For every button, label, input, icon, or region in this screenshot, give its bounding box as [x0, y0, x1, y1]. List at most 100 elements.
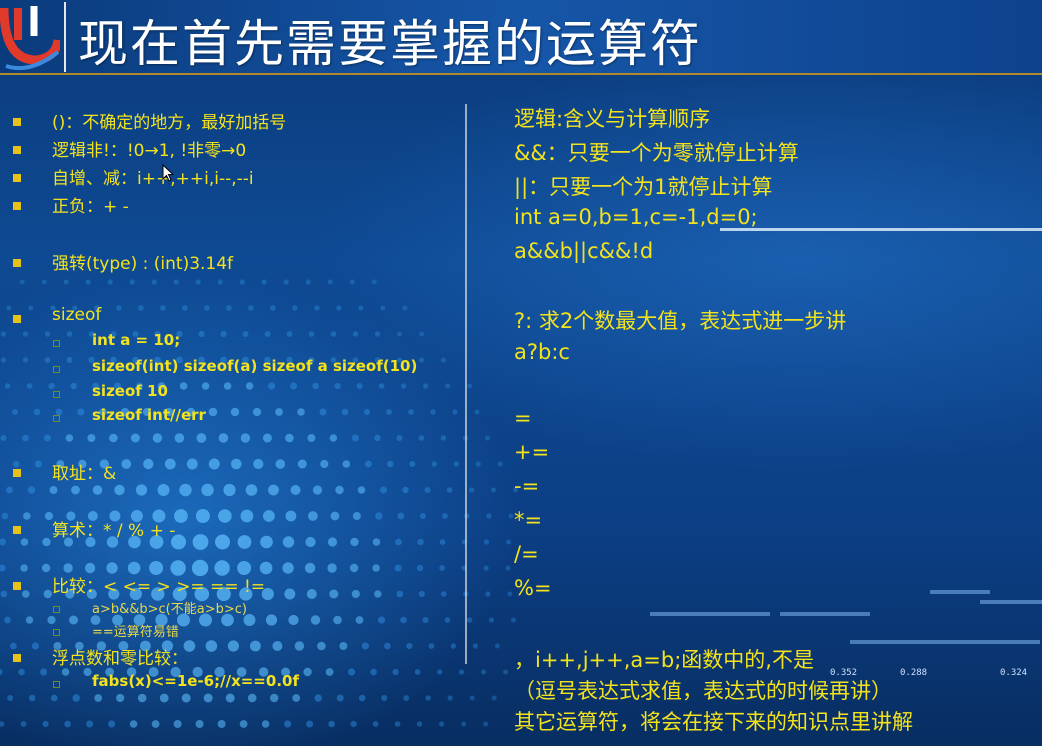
globe-dot — [424, 487, 431, 493]
mouse-cursor-icon — [162, 164, 174, 182]
globe-dot — [414, 669, 421, 675]
globe-dot — [374, 331, 381, 337]
globe-dot — [77, 408, 85, 416]
globe-dot — [135, 484, 148, 496]
globe-dot — [22, 434, 29, 442]
globe-dot — [481, 669, 487, 675]
globe-dot — [44, 357, 51, 363]
and-rule: &&：只要一个为零就停止计算 — [514, 141, 799, 165]
light-streak — [980, 600, 1042, 604]
globe-dot — [179, 483, 192, 497]
globe-dot — [363, 408, 371, 416]
globe-dot — [63, 279, 69, 285]
globe-dot — [491, 695, 497, 701]
globe-dot — [335, 485, 344, 495]
sub-bullet-icon — [53, 415, 60, 422]
float-compare-item: 浮点数和零比较： — [52, 649, 188, 669]
globe-dot — [0, 331, 7, 337]
globe-dot — [406, 642, 413, 650]
globe-dot — [129, 720, 138, 728]
globe-dot — [218, 433, 229, 443]
globe-dot — [475, 461, 481, 467]
globe-dot — [42, 720, 49, 728]
globe-dot — [239, 279, 245, 285]
column-divider — [465, 104, 467, 664]
globe-dot — [7, 695, 14, 701]
globe-dot — [44, 331, 51, 337]
globe-dot — [20, 538, 29, 546]
compare-sub-item: a>b&&b>c(不能a>b>c) — [92, 602, 247, 617]
globe-dot — [152, 433, 163, 443]
globe-dot — [445, 383, 451, 389]
globe-dot — [439, 565, 445, 571]
globe-dot — [138, 305, 144, 311]
globe-dot — [262, 433, 272, 443]
logo-icon — [0, 6, 60, 70]
globe-dot — [469, 695, 475, 701]
arithmetic-item: 算术：* / % + - — [52, 521, 176, 541]
globe-dot — [204, 305, 210, 311]
globe-dot — [328, 720, 335, 728]
globe-dot — [358, 694, 366, 702]
globe-dot — [372, 564, 380, 572]
globe-dot — [130, 433, 140, 443]
globe-dot — [203, 693, 213, 703]
globe-dot — [6, 305, 12, 311]
globe-dot — [25, 616, 34, 624]
globe-dot — [327, 563, 337, 573]
globe-dot — [474, 409, 480, 415]
globe-dot — [422, 617, 429, 623]
globe-dot — [352, 512, 361, 520]
globe-dot — [342, 460, 351, 468]
globe-dot — [33, 408, 41, 416]
sub-bullet-icon — [53, 606, 60, 613]
sub-bullet-icon — [53, 366, 60, 373]
logic-title: 逻辑:含义与计算顺序 — [514, 107, 711, 131]
light-streak — [780, 612, 870, 616]
globe-dot — [361, 642, 369, 650]
globe-dot — [292, 694, 301, 702]
globe-dot — [252, 407, 262, 417]
slide-title: 现在首先需要掌握的运算符 — [78, 15, 702, 73]
globe-dot — [71, 485, 80, 495]
globe-dot — [195, 509, 210, 523]
globe-dot — [205, 640, 218, 652]
sizeof-sub-item: sizeof(int) sizeof(a) sizeof a sizeof(10… — [92, 357, 418, 375]
compare-item: 比较：< <= > >= == != — [52, 577, 266, 597]
globe-dot — [352, 331, 359, 337]
globe-dot — [42, 537, 51, 547]
globe-dot — [409, 461, 416, 467]
globe-dot — [418, 435, 425, 441]
globe-dot — [329, 434, 338, 442]
globe-dot — [27, 486, 36, 494]
globe-dot — [69, 615, 78, 625]
globe-dot — [181, 693, 191, 703]
globe-dot — [428, 643, 435, 649]
globe-dot — [461, 721, 467, 727]
incdec-item: 自增、减：i++,++i,i--,--i — [52, 169, 254, 189]
globe-dot — [247, 693, 257, 703]
globe-dot — [179, 382, 188, 390]
globe-dot — [231, 458, 242, 470]
globe-dot — [431, 461, 438, 467]
globe-dot — [394, 564, 402, 572]
globe-dot — [28, 305, 34, 311]
globe-dot — [348, 668, 356, 676]
globe-dot — [70, 382, 77, 390]
globe-dot — [65, 434, 74, 442]
other-operators-note: 其它运算符，将会在接下来的知识点里讲解 — [514, 710, 913, 734]
globe-dot — [195, 720, 204, 728]
globe-dot — [370, 668, 377, 676]
globe-dot — [41, 279, 47, 285]
globe-dot — [320, 459, 329, 469]
globe-dot — [357, 486, 366, 494]
globe-dot — [114, 484, 125, 496]
globe-dot — [245, 484, 258, 496]
globe-dot — [6, 486, 13, 494]
globe-dot — [380, 486, 387, 494]
declaration-example: int a=0,b=1,c=-1,d=0; — [514, 205, 758, 229]
globe-dot — [304, 562, 316, 574]
deco-number: 0.288 — [900, 668, 928, 678]
globe-dot — [351, 589, 360, 599]
bullet-icon — [13, 315, 21, 323]
